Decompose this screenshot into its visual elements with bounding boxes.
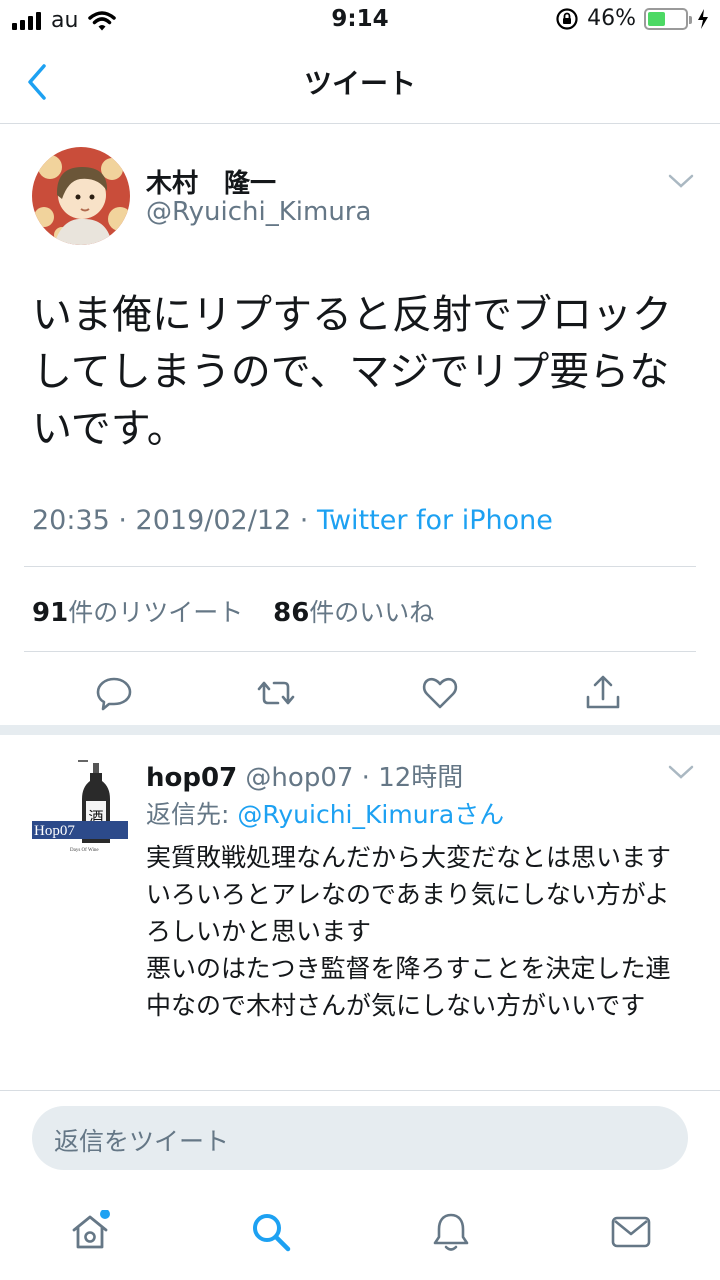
divider: [24, 651, 696, 652]
charging-icon: [698, 8, 708, 29]
chevron-down-icon[interactable]: [668, 173, 694, 189]
tweet-timestamp: 20:35 · 2019/02/12 ·: [32, 505, 317, 536]
like-stat[interactable]: 86件のいいね: [273, 598, 435, 628]
retweet-count: 91: [32, 598, 69, 628]
reply-to: 返信先: @Ryuichi_Kimuraさん: [146, 795, 504, 831]
messages-mail-icon[interactable]: [609, 1210, 653, 1254]
compose-area: 返信をツイート: [0, 1090, 720, 1186]
reply-to-mention[interactable]: @Ryuichi_Kimuraさん: [237, 800, 504, 829]
retweet-icon[interactable]: [256, 673, 296, 713]
search-icon[interactable]: [249, 1210, 293, 1254]
tweet-source-link[interactable]: Twitter for iPhone: [317, 505, 553, 536]
main-tweet: 木村 隆一 @Ryuichi_Kimura いま俺にリプすると反射でブロックして…: [0, 125, 720, 735]
tweet-meta: 20:35 · 2019/02/12 · Twitter for iPhone: [32, 505, 553, 536]
battery-fill: [648, 11, 665, 26]
rotation-lock-icon: [556, 7, 578, 30]
reply-avatar-text: Hop07: [34, 823, 75, 839]
like-count: 86: [273, 598, 310, 628]
reply-handle-time: @hop07 · 12時間: [237, 763, 464, 793]
retweet-stat[interactable]: 91件のリツイート: [32, 598, 244, 628]
tweet-stats: 91件のリツイート 86件のいいね: [32, 593, 434, 629]
reply-tweet[interactable]: 酒 Hop07 Days Of Wine hop07 @hop07 · 12時間…: [0, 745, 720, 1090]
retweet-label: 件のリツイート: [68, 598, 244, 627]
author-name[interactable]: 木村 隆一: [146, 163, 276, 200]
share-icon[interactable]: [583, 673, 623, 713]
home-icon[interactable]: [68, 1210, 112, 1254]
battery-percent: 46%: [587, 6, 636, 31]
reply-avatar[interactable]: 酒 Hop07 Days Of Wine: [30, 759, 130, 859]
author-handle[interactable]: @Ryuichi_Kimura: [146, 197, 371, 227]
status-bar: au 9:14 46%: [0, 0, 720, 40]
reply-avatar-subtext: Days Of Wine: [70, 848, 99, 853]
reply-text: 実質敗戦処理なんだから大変だなとは思います いろいろとアレなのであまり気にしない…: [146, 843, 672, 1020]
tab-bar: [0, 1186, 720, 1280]
avatar[interactable]: [32, 147, 130, 245]
avatar-illustration: [32, 147, 130, 245]
tweet-text: いま俺にリプすると反射でブロックしてしまうので、マジでリプ要らないです。: [32, 292, 672, 452]
reply-icon[interactable]: [94, 673, 134, 713]
divider: [24, 566, 696, 567]
reply-avatar-logo: 酒 Hop07 Days Of Wine: [30, 759, 130, 859]
page-title: ツイート: [303, 67, 416, 100]
reply-author-name[interactable]: hop07: [146, 763, 237, 793]
like-heart-icon[interactable]: [420, 673, 460, 713]
battery-icon: [644, 7, 692, 30]
nav-bar: ツイート: [0, 40, 720, 124]
notifications-bell-icon[interactable]: [429, 1210, 473, 1254]
reply-compose-input[interactable]: 返信をツイート: [32, 1106, 688, 1170]
reply-to-prefix: 返信先:: [146, 800, 238, 829]
status-bar-right: 46%: [555, 6, 710, 31]
tweet-actions: [0, 665, 720, 725]
chevron-down-icon[interactable]: [668, 764, 694, 780]
like-label: 件のいいね: [309, 598, 435, 627]
reply-header: hop07 @hop07 · 12時間: [146, 757, 463, 794]
